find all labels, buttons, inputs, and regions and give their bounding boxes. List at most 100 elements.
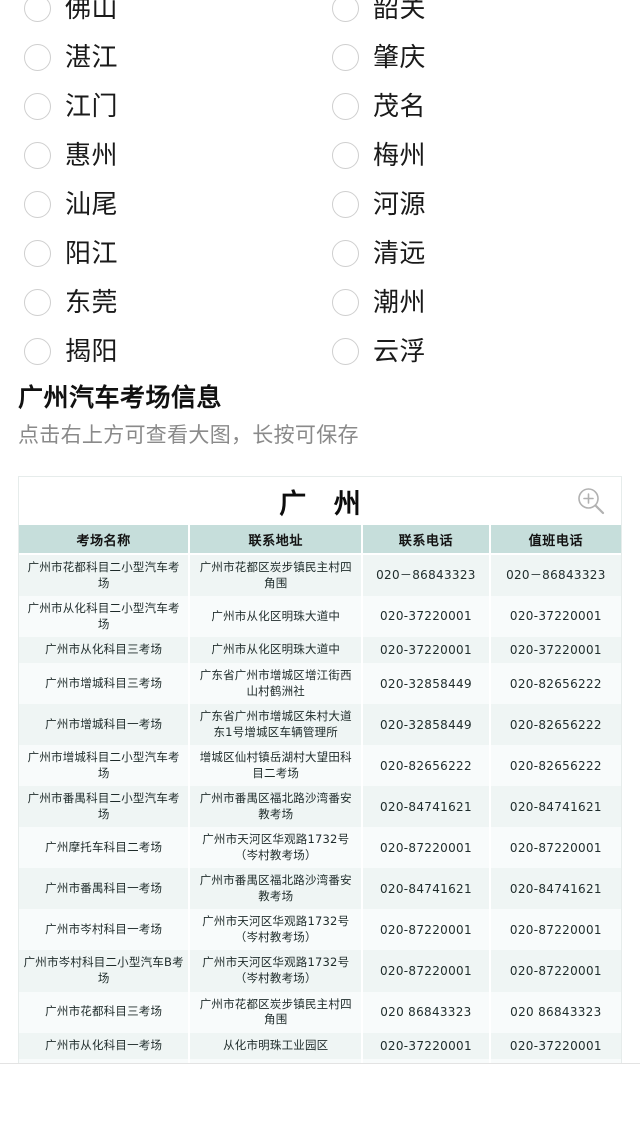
cell-name: 广州市从化科目一考场 <box>19 1032 191 1059</box>
radio-button-icon[interactable] <box>332 289 359 316</box>
city-option-label: 东莞 <box>65 287 119 318</box>
radio-button-icon[interactable] <box>24 338 51 365</box>
cell-address: 广州市天河区华观路1732号（岑村教考场） <box>189 950 364 992</box>
city-option-label: 湛江 <box>65 42 119 73</box>
zoom-in-magnifier-icon[interactable] <box>575 485 607 517</box>
cell-duty-phone: 020-87220001 <box>489 827 621 869</box>
cell-duty-phone: 020-84741621 <box>489 786 621 828</box>
table-row: 广州市增城科目三考场 广东省广州市增城区增江街西山村鹤洲社 020-32858449… <box>19 663 621 705</box>
cell-address: 广州市天河区华观路1732号（岑村教考场） <box>189 827 364 869</box>
radio-button-icon[interactable] <box>24 93 51 120</box>
table-header-row: 考场名称 联系地址 联系电话 值班电话 <box>19 525 621 555</box>
city-option-label: 潮州 <box>373 287 427 318</box>
city-option-label: 肇庆 <box>373 42 427 73</box>
radio-button-icon[interactable] <box>24 44 51 71</box>
city-option-茂名[interactable]: 茂名 <box>320 82 622 131</box>
radio-button-icon[interactable] <box>24 0 51 22</box>
cell-duty-phone: 020-37220001 <box>489 637 621 664</box>
exam-site-image-card[interactable]: 广 州 考场名称 联系地址 联系电话 值班电话 广州市花都科目二小型汽车考场 广… <box>18 476 622 1064</box>
cell-address: 广州市番禺区福北路沙湾番安教考场 <box>189 786 364 828</box>
cell-name: 广州市从化科目三考场 <box>19 637 191 664</box>
cell-address: 广州市番禺区福北路沙湾番安教考场 <box>189 868 364 910</box>
cell-phone: 020-37220001 <box>362 637 491 664</box>
city-option-揭阳[interactable]: 揭阳 <box>18 327 320 376</box>
table-row: 广州市花都科目二小型汽车考场 广州市花都区炭步镇民主村四角围 020－8684332… <box>19 554 621 597</box>
cell-duty-phone: 020-87220001 <box>489 950 621 992</box>
radio-button-icon[interactable] <box>332 44 359 71</box>
radio-button-icon[interactable] <box>24 240 51 267</box>
cell-duty-phone: 020-37220001 <box>489 596 621 638</box>
cell-name: 广州市岑村科目一考场 <box>19 909 191 951</box>
city-option-肇庆[interactable]: 肇庆 <box>320 33 622 82</box>
city-option-label: 惠州 <box>65 140 119 171</box>
city-option-惠州[interactable]: 惠州 <box>18 131 320 180</box>
cell-name: 广州市番禺科目一考场 <box>19 868 191 910</box>
city-option-佛山[interactable]: 佛山 <box>18 0 320 33</box>
cell-name: 广州市花都科目二小型汽车考场 <box>19 554 191 597</box>
cell-phone: 020-37220001 <box>362 1032 491 1059</box>
page-title: 广州汽车考场信息 <box>18 383 223 412</box>
city-option-潮州[interactable]: 潮州 <box>320 278 622 327</box>
radio-button-icon[interactable] <box>332 93 359 120</box>
cell-address: 广州市天河区华观路1732号（岑村教考场） <box>189 909 364 951</box>
radio-button-icon[interactable] <box>24 142 51 169</box>
cell-duty-phone: 020-87220001 <box>489 909 621 951</box>
cell-phone: 020-32858449 <box>362 704 491 746</box>
page-subtitle: 点击右上方可查看大图，长按可保存 <box>18 423 359 447</box>
radio-button-icon[interactable] <box>332 0 359 22</box>
city-option-label: 佛山 <box>65 0 119 24</box>
column-header-duty-phone: 值班电话 <box>489 525 621 555</box>
table-row: 广州市从化科目一考场 从化市明珠工业园区 020-37220001 020-37220… <box>19 1032 621 1059</box>
city-option-汕尾[interactable]: 汕尾 <box>18 180 320 229</box>
cell-address: 增城区仙村镇岳湖村大望田科目二考场 <box>189 745 364 787</box>
table-row: 广州市番禺科目一考场 广州市番禺区福北路沙湾番安教考场 020-84741621 02… <box>19 868 621 910</box>
city-grid: 佛山湛江江门惠州汕尾阳江东莞揭阳 韶关肇庆茂名梅州 河源 清远潮州云浮 <box>18 0 622 376</box>
city-option-湛江[interactable]: 湛江 <box>18 33 320 82</box>
table-row: 广州市花都科目三考场 广州市花都区炭步镇民主村四角围 020 86843323 020… <box>19 991 621 1033</box>
table-row: 广州市从化科目三考场 广州市从化区明珠大道中 020-37220001 020-372… <box>19 637 621 664</box>
table-row: 广州摩托车科目二考场 广州市天河区华观路1732号（岑村教考场） 020-87220… <box>19 827 621 869</box>
radio-button-icon[interactable] <box>332 338 359 365</box>
city-column-right: 韶关肇庆茂名梅州 河源 清远潮州云浮 <box>320 0 622 376</box>
table-body: 广州市花都科目二小型汽车考场 广州市花都区炭步镇民主村四角围 020－8684332… <box>19 554 621 1063</box>
city-option-韶关[interactable]: 韶关 <box>320 0 622 33</box>
cell-phone: 020-87220001 <box>362 827 491 869</box>
city-option-江门[interactable]: 江门 <box>18 82 320 131</box>
cell-address: 广州市从化区明珠大道中 <box>189 637 364 664</box>
city-column-left: 佛山湛江江门惠州汕尾阳江东莞揭阳 <box>18 0 320 376</box>
cell-name: 广州市增城科目二小型汽车考场 <box>19 745 191 787</box>
city-option-河源[interactable]: 河源 <box>320 180 622 229</box>
card-title-bar: 广 州 <box>19 477 621 525</box>
cell-phone: 020－86843323 <box>362 554 491 597</box>
city-option-label: 阳江 <box>65 238 119 269</box>
city-option-东莞[interactable]: 东莞 <box>18 278 320 327</box>
column-header-name: 考场名称 <box>19 525 191 555</box>
city-option-梅州[interactable]: 梅州 <box>320 131 622 180</box>
cell-duty-phone: 020-82656222 <box>489 663 621 705</box>
cell-duty-phone: 020-84741621 <box>489 868 621 910</box>
city-option-label: 云浮 <box>373 336 427 367</box>
table-row: 广州市从化科目二小型汽车考场 广州市从化区明珠大道中 020-37220001 020… <box>19 596 621 638</box>
city-option-label: 揭阳 <box>65 336 119 367</box>
cell-address: 从化市明珠工业园区 <box>189 1032 364 1059</box>
city-option-云浮[interactable]: 云浮 <box>320 327 622 376</box>
radio-button-icon[interactable] <box>24 289 51 316</box>
cell-phone: 020-82656222 <box>362 745 491 787</box>
city-option-label: 茂名 <box>373 91 427 122</box>
radio-button-icon[interactable] <box>332 191 359 218</box>
table-row: 广州市岑村科目二小型汽车B考场 广州市天河区华观路1732号（岑村教考场） 020-… <box>19 950 621 992</box>
radio-button-icon[interactable] <box>332 240 359 267</box>
radio-button-icon[interactable] <box>332 142 359 169</box>
cell-address: 广州市从化区明珠大道中 <box>189 596 364 638</box>
city-selector: 佛山湛江江门惠州汕尾阳江东莞揭阳 韶关肇庆茂名梅州 河源 清远潮州云浮 <box>0 0 640 376</box>
city-option-label: 韶关 <box>373 0 427 24</box>
cell-name: 广州市增城科目一考场 <box>19 704 191 746</box>
table-row: 广州市增城科目二小型汽车考场 增城区仙村镇岳湖村大望田科目二考场 020-82656… <box>19 745 621 787</box>
city-option-label: 汕尾 <box>65 189 119 220</box>
radio-button-icon[interactable] <box>24 191 51 218</box>
cell-phone: 020-32858449 <box>362 663 491 705</box>
city-option-阳江[interactable]: 阳江 <box>18 229 320 278</box>
city-option-清远[interactable]: 清远 <box>320 229 622 278</box>
city-option-label: 江门 <box>65 91 119 122</box>
cell-name: 广州市增城科目三考场 <box>19 663 191 705</box>
